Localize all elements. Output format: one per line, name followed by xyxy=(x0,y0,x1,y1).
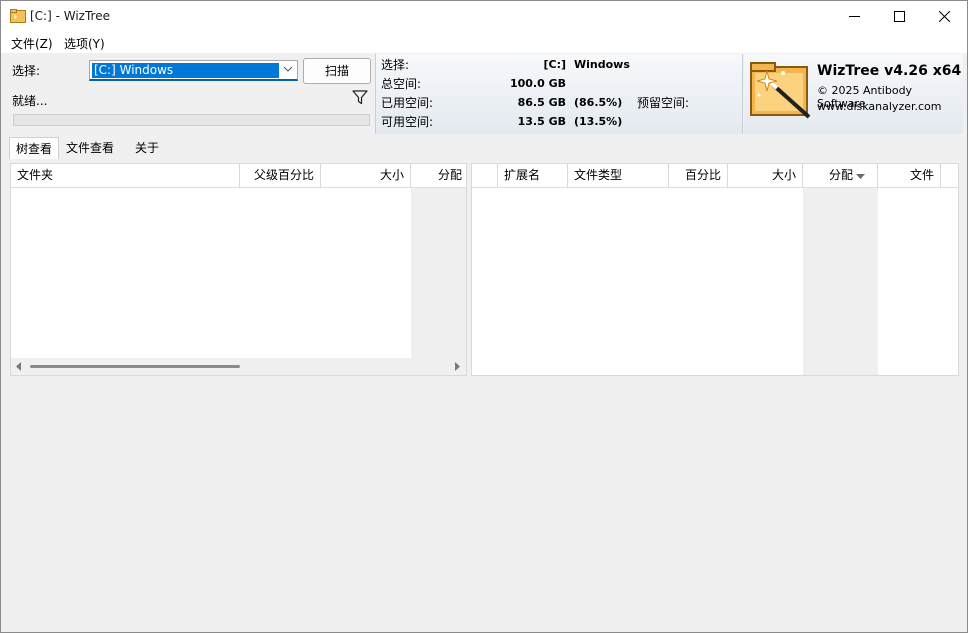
folder-tree-table[interactable]: 文件夹 父级百分比 大小 分配 xyxy=(10,163,467,376)
total-space-value: 100.0 GB xyxy=(509,77,566,90)
col-allocated[interactable]: 分配 xyxy=(411,164,466,188)
info-drive-name: Windows xyxy=(574,58,630,71)
col-folder[interactable]: 文件夹 xyxy=(11,164,240,188)
info-select-label: 选择: xyxy=(381,58,410,72)
brand-title: WizTree v4.26 x64 xyxy=(817,63,962,79)
col-blank xyxy=(472,164,498,188)
col-filler xyxy=(941,164,958,188)
col-ext-size[interactable]: 大小 xyxy=(728,164,803,188)
filter-icon[interactable] xyxy=(352,90,368,105)
extension-table[interactable]: 扩展名 文件类型 百分比 大小 分配 文件 xyxy=(471,163,959,376)
wiztree-app-icon xyxy=(10,9,26,23)
tab-tree-view[interactable]: 树查看 xyxy=(9,137,59,159)
scroll-left-icon[interactable] xyxy=(16,362,22,371)
close-button[interactable] xyxy=(921,1,967,32)
menu-file[interactable]: 文件(Z) xyxy=(11,35,53,52)
info-drive-letter: [C:] xyxy=(543,58,566,71)
menu-bar: 文件(Z) 选项(Y) xyxy=(1,32,967,53)
tab-file-view[interactable]: 文件查看 xyxy=(60,137,120,159)
sort-desc-icon xyxy=(856,174,865,179)
col-ext-allocated-label: 分配 xyxy=(828,168,853,182)
drive-select-value: [C:] Windows xyxy=(91,62,280,79)
free-space-percent: (13.5%) xyxy=(574,115,623,128)
select-label: 选择: xyxy=(12,64,41,78)
free-space-label: 可用空间: xyxy=(381,115,434,129)
total-space-label: 总空间: xyxy=(381,77,422,91)
app-window: [C:] - WizTree 文件(Z) 选项(Y) 选择: [C:] Wind… xyxy=(0,0,968,633)
drive-info-panel: 选择: [C:] Windows 总空间: 100.0 GB 已用空间: 86.… xyxy=(375,54,743,134)
close-icon xyxy=(938,11,950,22)
minimize-icon xyxy=(848,16,860,17)
col-ext-allocated[interactable]: 分配 xyxy=(803,164,878,188)
col-size[interactable]: 大小 xyxy=(321,164,411,188)
scroll-thumb[interactable] xyxy=(30,365,240,368)
drive-select[interactable]: [C:] Windows xyxy=(89,60,298,81)
scroll-right-icon[interactable] xyxy=(454,362,460,371)
used-space-value: 86.5 GB xyxy=(517,96,566,109)
status-text: 就绪... xyxy=(12,94,48,108)
col-files[interactable]: 文件 xyxy=(878,164,941,188)
minimize-button[interactable] xyxy=(831,1,877,32)
used-space-percent: (86.5%) xyxy=(574,96,623,109)
col-extension[interactable]: 扩展名 xyxy=(498,164,568,188)
reserved-space-label: 预留空间: xyxy=(637,96,690,110)
scan-progress-bar xyxy=(13,114,370,126)
maximize-icon xyxy=(893,11,905,22)
scan-button[interactable]: 扫描 xyxy=(303,58,371,84)
col-file-type[interactable]: 文件类型 xyxy=(568,164,669,188)
branding-panel: WizTree v4.26 x64 © 2025 Antibody Softwa… xyxy=(744,54,963,134)
window-title: [C:] - WizTree xyxy=(30,9,110,23)
free-space-value: 13.5 GB xyxy=(517,115,566,128)
horizontal-scrollbar[interactable] xyxy=(11,358,466,375)
brand-website[interactable]: www.diskanalyzer.com xyxy=(817,100,942,113)
chevron-down-icon xyxy=(283,66,293,72)
sort-column-shade xyxy=(411,188,466,359)
used-space-label: 已用空间: xyxy=(381,96,434,110)
scan-panel: 选择: [C:] Windows 扫描 就绪... xyxy=(8,54,374,134)
title-bar: [C:] - WizTree xyxy=(1,1,967,32)
menu-options[interactable]: 选项(Y) xyxy=(64,35,105,52)
maximize-button[interactable] xyxy=(876,1,922,32)
sort-column-shade xyxy=(803,188,878,375)
tab-about[interactable]: 关于 xyxy=(129,137,165,159)
col-percent[interactable]: 百分比 xyxy=(669,164,728,188)
wiztree-logo-icon xyxy=(750,62,811,119)
col-parent-percent[interactable]: 父级百分比 xyxy=(240,164,321,188)
